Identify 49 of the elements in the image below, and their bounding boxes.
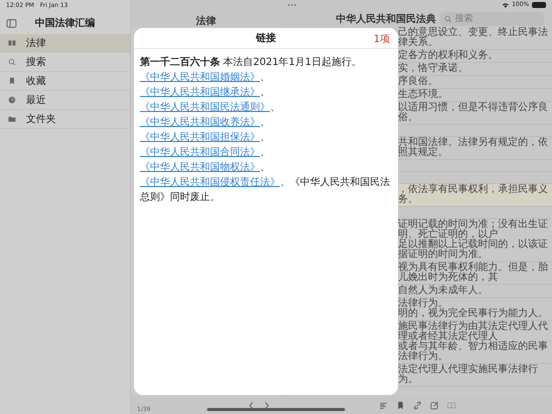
wifi-icon: [502, 2, 509, 8]
article-text: 序良俗。: [398, 77, 439, 87]
modal-title: 链接: [256, 32, 276, 45]
article-text: 证明记载的时间为准；没有出生证明、死亡证明的，以户: [398, 220, 548, 240]
book-icon: [8, 39, 16, 47]
list-title: 法律: [196, 16, 216, 27]
article-paragraph: 第一千二百六十条 本法自2021年1月1日起施行。 《中华人民共和国婚姻法》、 《中华人民共和国继承法》、 《中华人民共和国民法通则》、 《中华人民共和国收养法》、 《中华人民共和国担保法》、 《中华人民共和国合同法》、 《中华人民共和国物权法》、 《中华人民共和国侵权责任法》、《中华人民共和国民法总则》同时废止。: [140, 55, 391, 205]
article-text: 共和国法律。法律另有规定的，依照其规定。: [398, 138, 548, 158]
law-link[interactable]: 《中华人民共和国侵权责任法》: [140, 177, 280, 188]
sidebar-item[interactable]: 收藏: [0, 72, 130, 91]
article-text: 法律行为。: [398, 299, 448, 309]
article-text: 实，恪守承诺。: [398, 64, 469, 74]
law-link[interactable]: 《中华人民共和国担保法》: [140, 132, 260, 143]
folder-icon: [8, 115, 16, 123]
article-text: 施民事法律行为由其法定代理人代理或者经其法定代理人: [398, 322, 548, 342]
search-icon: [8, 58, 16, 66]
bookmark-icon[interactable]: [396, 400, 405, 410]
sidebar-item[interactable]: 文件夹: [0, 110, 130, 129]
article-text: ，依法享有民事权利，承担民事义务。: [398, 185, 548, 205]
sidebar-toggle-icon[interactable]: [6, 18, 17, 28]
law-link[interactable]: 《中华人民共和国民法通则》: [140, 102, 270, 113]
search-field[interactable]: 搜索: [440, 12, 544, 26]
article-text: 足以推翻以上记载时间的，以该证据证明的时间为准。: [398, 240, 548, 260]
result-count: 1项: [374, 33, 390, 46]
battery-icon: [532, 2, 546, 8]
list-icon[interactable]: [379, 400, 388, 410]
article-text: 生态环境。: [398, 90, 449, 100]
article-text: 自然人为未成年人。: [398, 286, 489, 296]
article-text: 或者与其年龄、智力相适应的民事法律行为。: [398, 342, 548, 362]
sidebar-item[interactable]: 最近: [0, 91, 130, 110]
clock-icon: [8, 96, 16, 104]
article-text: 定各方的权利和义务。: [398, 51, 499, 61]
law-link[interactable]: 《中华人民共和国收养法》: [140, 117, 260, 128]
article-text: 以适用习惯，但是不得违背公序良俗。: [398, 103, 548, 123]
law-link[interactable]: 《中华人民共和国婚姻法》: [140, 72, 260, 83]
edit-icon[interactable]: [430, 400, 439, 410]
link-icon[interactable]: [413, 400, 422, 410]
law-link[interactable]: 《中华人民共和国物权法》: [140, 162, 260, 173]
sidebar-item[interactable]: 搜索: [0, 53, 130, 72]
article-text: 法定代理人代理实施民事法律行为。: [398, 365, 539, 385]
article-text: 明的，视为完全民事行为能力人。: [398, 309, 548, 319]
sidebar-item[interactable]: 法律: [0, 34, 130, 53]
article-text: 视为具有民事权利能力。但是，胎儿娩出时为死体的，其: [398, 263, 548, 283]
article-text: 己的意思设立、变更、终止民事法律关系。: [398, 28, 548, 48]
document-title: 中华人民共和国民法典: [336, 12, 436, 26]
law-link[interactable]: 《中华人民共和国继承法》: [140, 87, 260, 98]
sidebar-title: 中国法律汇编: [34, 16, 96, 30]
law-link[interactable]: 《中华人民共和国合同法》: [140, 147, 260, 158]
bookmark-icon: [8, 77, 16, 85]
